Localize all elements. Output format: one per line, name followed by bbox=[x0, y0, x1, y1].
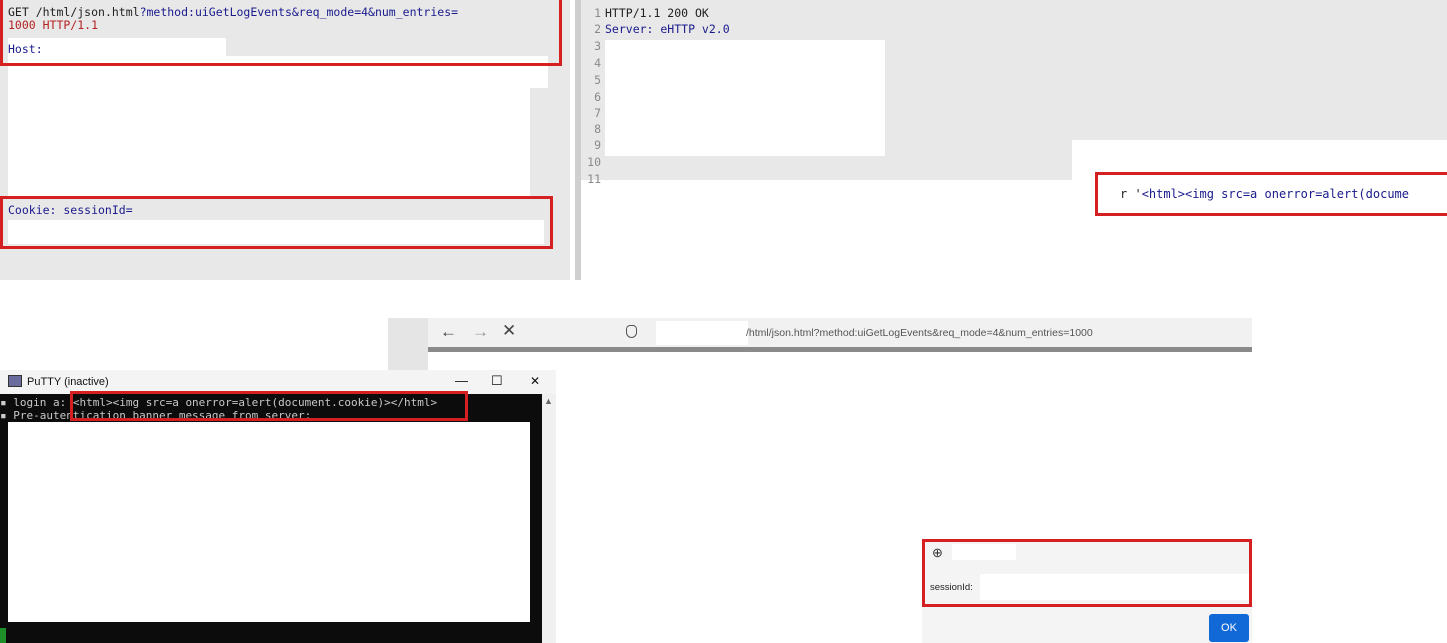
putty-terminal[interactable]: ▪ login a: <html><img src=a onerror=aler… bbox=[0, 394, 542, 643]
scroll-up-icon[interactable]: ▲ bbox=[544, 396, 553, 406]
highlight-cookie bbox=[0, 196, 553, 249]
maximize-button[interactable]: ☐ bbox=[491, 373, 503, 389]
browser-toolbar-border bbox=[428, 347, 1252, 352]
shield-icon bbox=[626, 325, 637, 338]
line-number: 1 bbox=[594, 6, 601, 20]
request-editor-pane: GET /html/json.html?method:uiGetLogEvent… bbox=[0, 0, 570, 280]
line-number: 5 bbox=[594, 73, 601, 87]
redaction-block bbox=[8, 422, 530, 622]
redaction-block bbox=[8, 88, 530, 196]
putty-icon bbox=[8, 375, 22, 387]
browser-toolbar: ← → ✕ /html/json.html?method:uiGetLogEve… bbox=[428, 318, 1252, 348]
server-header: Server: eHTTP v2.0 bbox=[605, 22, 730, 36]
url-text[interactable]: /html/json.html?method:uiGetLogEvents&re… bbox=[746, 327, 1093, 339]
status-line: HTTP/1.1 200 OK bbox=[605, 6, 709, 20]
terminal-bullet-icon: ▪ bbox=[0, 396, 14, 409]
close-icon[interactable]: ✕ bbox=[502, 321, 516, 341]
line-number: 6 bbox=[594, 90, 601, 104]
line-number: 4 bbox=[594, 56, 601, 70]
line-number: 3 bbox=[594, 39, 601, 53]
payload-line: r '<html><img src=a onerror=alert(docume bbox=[1120, 187, 1409, 201]
line-number: 11 bbox=[587, 172, 601, 186]
redaction-block bbox=[605, 40, 885, 156]
highlight-request-line bbox=[0, 0, 562, 66]
back-arrow-icon[interactable]: ← bbox=[440, 322, 457, 342]
highlight-alert bbox=[922, 539, 1252, 607]
terminal-cursor bbox=[0, 628, 6, 643]
line-number: 8 bbox=[594, 122, 601, 136]
payload-text: <html><img src=a onerror=alert(docume bbox=[1141, 187, 1409, 201]
terminal-bullet-icon: ▪ bbox=[0, 409, 14, 422]
line-number: 2 bbox=[594, 22, 601, 36]
pane-divider bbox=[575, 0, 581, 280]
window-title: PuTTY (inactive) bbox=[27, 376, 109, 388]
line-number: 7 bbox=[594, 106, 601, 120]
putty-scrollbar[interactable]: ▲ bbox=[542, 394, 556, 643]
ok-button[interactable]: OK bbox=[1209, 614, 1249, 642]
highlight-putty-payload bbox=[70, 391, 468, 421]
line-number: 9 bbox=[594, 138, 601, 152]
response-viewer-pane: 1 2 3 4 5 6 7 8 9 10 11 HTTP/1.1 200 OK … bbox=[575, 0, 1447, 280]
redaction-block bbox=[656, 321, 748, 345]
minimize-button[interactable]: — bbox=[455, 373, 468, 388]
forward-arrow-icon[interactable]: → bbox=[472, 322, 489, 342]
background-window-edge bbox=[388, 318, 428, 370]
line-number: 10 bbox=[587, 155, 601, 169]
close-button[interactable]: ✕ bbox=[530, 374, 540, 388]
